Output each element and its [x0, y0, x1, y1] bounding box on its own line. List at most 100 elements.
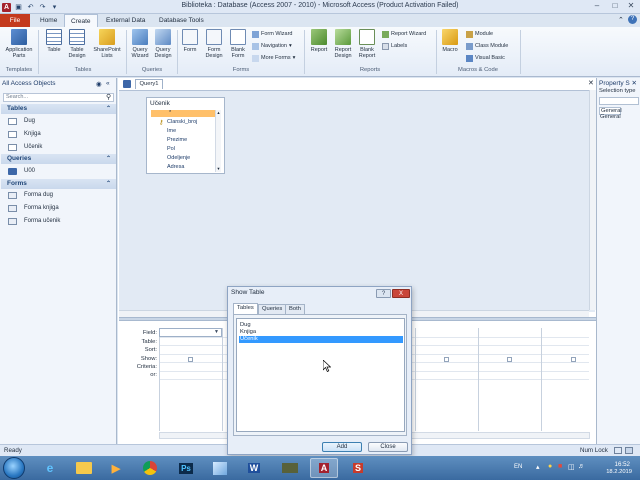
add-button[interactable]: Add: [322, 442, 362, 452]
network-icon[interactable]: ◫: [568, 463, 575, 471]
form-wizard-button[interactable]: Form Wizard: [252, 30, 292, 39]
ie-icon[interactable]: e: [36, 458, 64, 478]
tab-queries[interactable]: Queries: [258, 304, 287, 314]
class-module-button[interactable]: Class Module: [466, 42, 508, 51]
media-player-icon[interactable]: ▶: [102, 458, 130, 478]
grid-column[interactable]: [541, 328, 604, 431]
field-all[interactable]: *: [151, 110, 217, 117]
dialog-close-button[interactable]: X: [392, 289, 410, 298]
tab-file[interactable]: File: [0, 14, 30, 27]
table-button[interactable]: Table: [43, 29, 65, 53]
report-wizard-button[interactable]: Report Wizard: [382, 30, 426, 39]
nav-item-table[interactable]: Dug: [8, 116, 35, 126]
close-window-button[interactable]: ✕: [622, 1, 640, 11]
search-icon[interactable]: ⚲: [106, 93, 111, 101]
shutter-bar-icon[interactable]: «: [106, 80, 110, 87]
macro-button[interactable]: Macro: [439, 29, 461, 53]
more-forms-button[interactable]: More Forms ▾: [252, 54, 295, 63]
language-indicator[interactable]: EN: [514, 464, 522, 470]
query-design-button[interactable]: Query Design: [152, 29, 174, 59]
field-item[interactable]: Clanski_broj: [167, 119, 197, 125]
tray-chevron-icon[interactable]: ▴: [536, 463, 540, 471]
tab-both[interactable]: Both: [285, 304, 305, 314]
show-checkbox[interactable]: [444, 357, 449, 362]
tab-query1[interactable]: Query1: [135, 79, 163, 89]
tray-app-icon[interactable]: ■: [558, 463, 562, 470]
table-field-list[interactable]: Učenik * ⚷ Clanski_broj Ime Prezime Pol …: [146, 97, 225, 174]
nav-pane-header[interactable]: All Access Objects ◉ «: [2, 80, 115, 90]
nav-item-form[interactable]: Forma učenik: [8, 216, 60, 226]
application-parts-button[interactable]: Application Parts: [3, 29, 35, 59]
help-icon[interactable]: ?: [628, 15, 637, 24]
report-design-button[interactable]: Report Design: [331, 29, 355, 59]
scroll-down-icon[interactable]: ▼: [216, 166, 221, 171]
word-icon[interactable]: W: [240, 458, 268, 478]
table-design-button[interactable]: Table Design: [64, 29, 90, 59]
dialog-help-button[interactable]: ?: [376, 289, 391, 298]
nav-item-query[interactable]: U00: [8, 166, 35, 176]
show-checkbox[interactable]: [188, 357, 193, 362]
sharepoint-lists-button[interactable]: SharePoint Lists: [90, 29, 124, 59]
blank-form-button[interactable]: Blank Form: [226, 29, 250, 59]
start-button[interactable]: [3, 457, 25, 479]
nav-pane-menu-icon[interactable]: ◉: [96, 80, 102, 88]
volume-icon[interactable]: ♬: [578, 463, 585, 470]
grid-column[interactable]: [159, 328, 222, 431]
nav-search-input[interactable]: Search...: [3, 93, 114, 102]
field-item[interactable]: Ime: [167, 128, 176, 134]
field-item[interactable]: Adresa: [167, 164, 184, 170]
show-checkbox[interactable]: [507, 357, 512, 362]
app-icon[interactable]: [276, 458, 304, 478]
view-button[interactable]: [614, 447, 622, 454]
paint-icon[interactable]: [206, 458, 234, 478]
tab-external-data[interactable]: External Data: [100, 14, 151, 27]
query-wizard-button[interactable]: Query Wizard: [129, 29, 151, 59]
field-item[interactable]: Prezime: [167, 137, 187, 143]
tray-app-icon[interactable]: ●: [548, 463, 552, 470]
tab-database-tools[interactable]: Database Tools: [153, 14, 210, 27]
upper-vertical-scrollbar[interactable]: [589, 90, 596, 310]
tab-tables[interactable]: Tables: [233, 303, 258, 314]
nav-section-queries[interactable]: Queries ⌃: [1, 154, 116, 164]
list-item[interactable]: Dug: [239, 322, 403, 329]
module-button[interactable]: Module: [466, 30, 493, 39]
report-button[interactable]: Report: [308, 29, 330, 53]
tab-create[interactable]: Create: [64, 14, 98, 27]
form-button[interactable]: Form: [180, 29, 200, 53]
field-dropdown[interactable]: ▼: [159, 328, 222, 337]
show-checkbox[interactable]: [571, 357, 576, 362]
nav-item-form[interactable]: Forma dug: [8, 190, 53, 200]
list-item-selected[interactable]: Učenik: [239, 336, 403, 343]
navigation-button[interactable]: Navigation ▾: [252, 42, 292, 51]
clock-date[interactable]: 18.2.2019: [606, 469, 632, 475]
labels-button[interactable]: Labels: [382, 42, 407, 51]
list-item[interactable]: Knjiga: [239, 329, 403, 336]
selection-dropdown[interactable]: [599, 97, 639, 105]
close-document-icon[interactable]: ✕: [588, 79, 594, 87]
field-list-scrollbar[interactable]: ▲ ▼: [215, 110, 221, 172]
app-icon[interactable]: S: [344, 458, 372, 478]
nav-item-table[interactable]: Učenik: [8, 142, 42, 152]
photoshop-icon[interactable]: Ps: [172, 458, 200, 478]
grid-column[interactable]: [478, 328, 541, 431]
table-list[interactable]: Dug Knjiga Učenik: [236, 318, 405, 432]
nav-section-tables[interactable]: Tables ⌃: [1, 104, 116, 114]
field-item[interactable]: Odeljenje: [167, 155, 190, 161]
chrome-icon[interactable]: [136, 458, 164, 478]
form-design-button[interactable]: Form Design: [202, 29, 226, 59]
visual-basic-button[interactable]: Visual Basic: [466, 54, 505, 63]
explorer-icon[interactable]: [70, 458, 98, 478]
field-item[interactable]: Pol: [167, 146, 175, 152]
minimize-button[interactable]: –: [588, 1, 606, 11]
close-property-sheet-icon[interactable]: ✕: [632, 80, 637, 87]
nav-item-form[interactable]: Forma knjiga: [8, 203, 59, 213]
tab-home[interactable]: Home: [34, 14, 63, 27]
grid-column[interactable]: [415, 328, 478, 431]
nav-section-forms[interactable]: Forms ⌃: [1, 179, 116, 189]
scroll-up-icon[interactable]: ▲: [216, 110, 221, 115]
blank-report-button[interactable]: Blank Report: [355, 29, 379, 59]
nav-item-table[interactable]: Knjiga: [8, 129, 41, 139]
access-icon[interactable]: A: [310, 458, 338, 478]
close-button[interactable]: Close: [368, 442, 408, 452]
clock-time[interactable]: 16:52: [615, 461, 630, 468]
